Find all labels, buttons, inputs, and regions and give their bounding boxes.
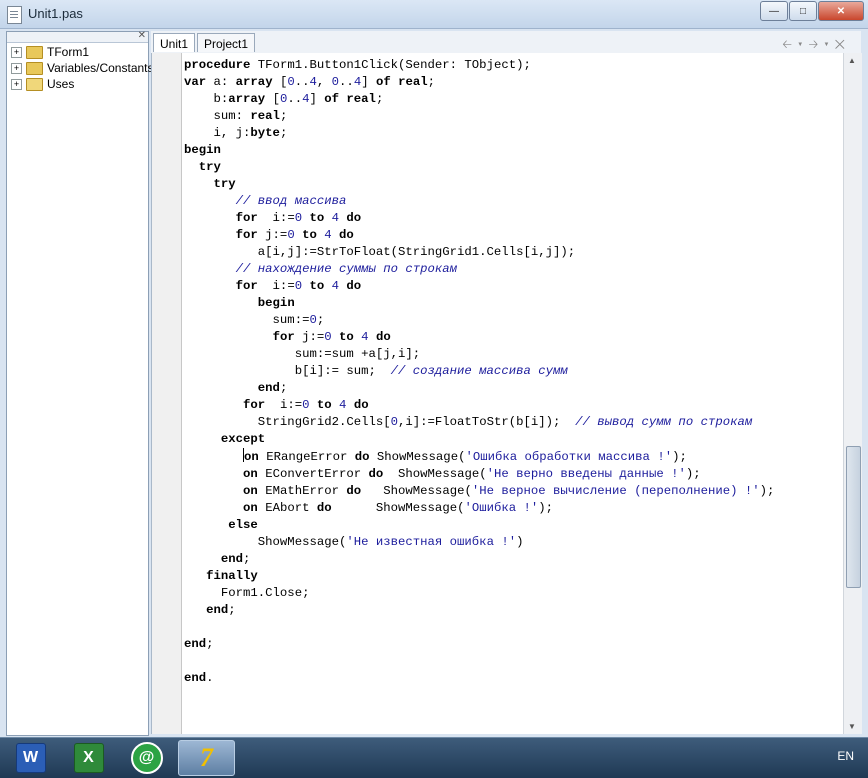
code-line[interactable]: try xyxy=(184,176,774,193)
scrollbar-thumb[interactable] xyxy=(846,446,861,588)
code-line[interactable]: end; xyxy=(184,602,774,619)
editor-gutter xyxy=(152,53,182,734)
tab-unit1[interactable]: Unit1 xyxy=(153,33,196,52)
taskbar-word-button[interactable]: W xyxy=(2,740,59,776)
code-line[interactable]: end. xyxy=(184,670,774,687)
code-line[interactable]: sum:=sum +a[j,i]; xyxy=(184,346,774,363)
editor-tabs: Unit1 Project1 🡠▾🡢▾✕ xyxy=(151,31,861,54)
tree-item-label: Uses xyxy=(47,77,75,91)
code-line[interactable]: Form1.Close; xyxy=(184,585,774,602)
code-line[interactable]: i, j:byte; xyxy=(184,125,774,142)
code-line[interactable]: on EConvertError do ShowMessage('Не верн… xyxy=(184,466,774,483)
code-line[interactable]: b:array [0..4] of real; xyxy=(184,91,774,108)
code-line[interactable]: try xyxy=(184,159,774,176)
tree-item-label: TForm1 xyxy=(47,45,89,59)
code-line[interactable]: on EAbort do ShowMessage('Ошибка !'); xyxy=(184,500,774,517)
tree-item-uses[interactable]: + Uses xyxy=(11,76,74,92)
language-indicator[interactable]: EN xyxy=(837,749,854,763)
panel-close-icon[interactable]: ✕ xyxy=(138,30,146,41)
panel-header: ✕ xyxy=(7,30,148,43)
close-button[interactable]: ✕ xyxy=(818,1,864,21)
code-line[interactable]: for j:=0 to 4 do xyxy=(184,329,774,346)
code-line[interactable]: end; xyxy=(184,636,774,653)
expand-icon[interactable]: + xyxy=(11,62,22,74)
file-icon xyxy=(7,6,22,24)
scroll-down-icon[interactable]: ▼ xyxy=(848,722,856,731)
excel-icon: X xyxy=(73,743,104,773)
code-explorer-panel: ✕ + TForm1 + Variables/Constants + Uses xyxy=(6,30,154,736)
folder-icon xyxy=(26,61,43,75)
taskbar-pascal-button[interactable]: 7 xyxy=(178,740,235,776)
taskbar-mail-agent-button[interactable]: @ xyxy=(118,740,175,776)
tab-project1[interactable]: Project1 xyxy=(197,33,256,52)
code-line[interactable] xyxy=(184,619,774,636)
code-line[interactable]: b[i]:= sum; // создание массива сумм xyxy=(184,363,774,380)
code-line[interactable]: var a: array [0..4, 0..4] of real; xyxy=(184,74,774,91)
code-line[interactable]: ShowMessage('Не известная ошибка !') xyxy=(184,534,774,551)
window-title: Unit1.pas xyxy=(28,6,83,21)
expand-icon[interactable]: + xyxy=(11,46,22,58)
code-line[interactable]: StringGrid2.Cells[0,i]:=FloatToStr(b[i])… xyxy=(184,414,774,431)
code-line[interactable]: for i:=0 to 4 do xyxy=(184,210,774,227)
code-line[interactable] xyxy=(184,653,774,670)
code-line[interactable]: for j:=0 to 4 do xyxy=(184,227,774,244)
tree-item-tform1[interactable]: + TForm1 xyxy=(11,44,89,60)
minimize-button[interactable]: — xyxy=(760,1,788,21)
taskbar: W X @ 7 EN xyxy=(0,737,868,778)
scroll-up-icon[interactable]: ▲ xyxy=(848,56,856,65)
code-text[interactable]: procedure TForm1.Button1Click(Sender: TO… xyxy=(184,57,774,687)
code-line[interactable]: for i:=0 to 4 do xyxy=(184,397,774,414)
code-line[interactable]: finally xyxy=(184,568,774,585)
vertical-scrollbar[interactable]: ▲ ▼ xyxy=(843,53,862,734)
code-line[interactable]: sum:=0; xyxy=(184,312,774,329)
code-line[interactable]: else xyxy=(184,517,774,534)
folder-icon xyxy=(26,45,43,59)
code-line[interactable]: // ввод массива xyxy=(184,193,774,210)
code-line[interactable]: procedure TForm1.Button1Click(Sender: TO… xyxy=(184,57,774,74)
code-line[interactable]: for i:=0 to 4 do xyxy=(184,278,774,295)
expand-icon[interactable]: + xyxy=(11,78,22,90)
maximize-button[interactable]: □ xyxy=(789,1,817,21)
code-line[interactable]: on ERangeError do ShowMessage('Ошибка об… xyxy=(184,448,774,466)
taskbar-excel-button[interactable]: X xyxy=(60,740,117,776)
code-line[interactable]: on EMathError do ShowMessage('Не верное … xyxy=(184,483,774,500)
window-controls: — □ ✕ xyxy=(759,1,864,21)
code-line[interactable]: // нахождение суммы по строкам xyxy=(184,261,774,278)
code-line[interactable]: except xyxy=(184,431,774,448)
mail-agent-icon: @ xyxy=(130,742,163,774)
folder-icon xyxy=(26,77,43,91)
code-line[interactable]: end; xyxy=(184,380,774,397)
code-editor[interactable]: procedure TForm1.Button1Click(Sender: TO… xyxy=(151,53,844,734)
code-line[interactable]: a[i,j]:=StrToFloat(StringGrid1.Cells[i,j… xyxy=(184,244,774,261)
code-line[interactable]: sum: real; xyxy=(184,108,774,125)
code-line[interactable]: begin xyxy=(184,142,774,159)
pascal-abc-icon: 7 xyxy=(200,743,213,772)
title-bar: Unit1.pas — □ ✕ xyxy=(0,0,868,29)
word-icon: W xyxy=(15,743,46,773)
tree-item-variables-constants[interactable]: + Variables/Constants xyxy=(11,60,154,76)
code-line[interactable]: begin xyxy=(184,295,774,312)
code-line[interactable]: end; xyxy=(184,551,774,568)
tree-item-label: Variables/Constants xyxy=(47,61,154,75)
